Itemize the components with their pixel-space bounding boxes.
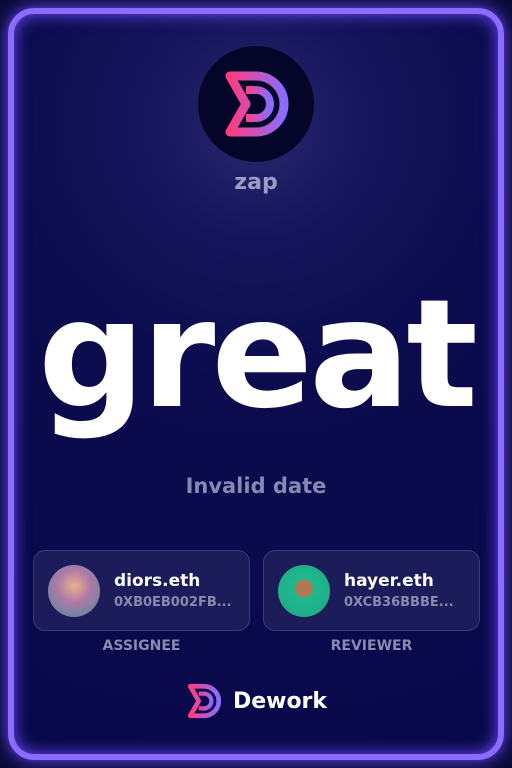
brand-footer: Dework	[0, 682, 512, 720]
org-name: zap	[234, 170, 278, 195]
org-logo	[198, 46, 314, 162]
task-date: Invalid date	[185, 474, 327, 498]
avatar	[48, 564, 100, 617]
assignee-address: 0XB0EB002FB...	[114, 595, 232, 610]
dework-logo-icon	[187, 683, 222, 719]
brand-name: Dework	[232, 688, 328, 714]
reviewer-address: 0XCB36BBBE...	[344, 595, 454, 610]
assignee-name: diors.eth	[114, 571, 201, 591]
assignee-label: ASSIGNEE	[102, 638, 181, 654]
avatar	[278, 564, 330, 617]
dework-logo-icon	[225, 71, 289, 137]
reviewer-name: hayer.eth	[344, 571, 434, 591]
reviewer-label: REVIEWER	[330, 638, 413, 654]
task-title: great	[37, 268, 478, 442]
reviewer-card[interactable]: hayer.eth 0XCB36BBBE...	[263, 550, 480, 631]
assignee-card[interactable]: diors.eth 0XB0EB002FB...	[33, 550, 250, 631]
